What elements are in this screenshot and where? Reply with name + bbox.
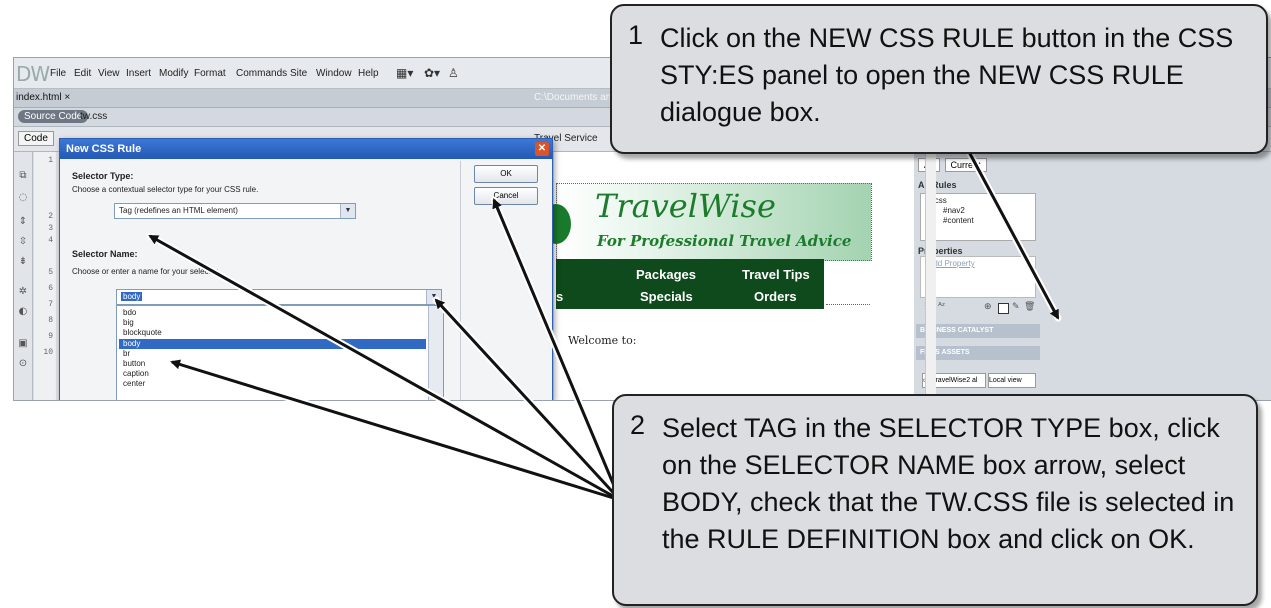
arrow-to-selector-type <box>148 234 621 502</box>
step-1-number: 1 <box>628 20 644 50</box>
step-2-callout: 2 Select TAG in the SELECTOR TYPE box, c… <box>612 394 1258 606</box>
arrow-to-ok-button <box>492 198 622 501</box>
step-2-text: Select TAG in the SELECTOR TYPE box, cli… <box>662 413 1235 554</box>
step-2-number: 2 <box>630 410 646 440</box>
arrow-to-new-rule-button <box>966 149 1060 320</box>
step-1-callout: 1 Click on the NEW CSS RULE button in th… <box>610 4 1268 154</box>
step-1-text: Click on the NEW CSS RULE button in the … <box>660 23 1234 127</box>
